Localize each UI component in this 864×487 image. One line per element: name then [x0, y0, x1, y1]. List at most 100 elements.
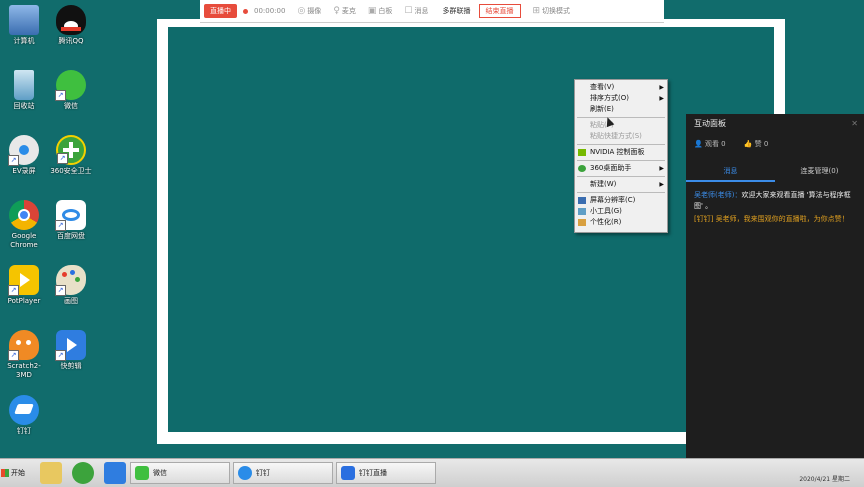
- desktop-icon-computer[interactable]: 计算机: [0, 5, 48, 46]
- desktop-icon-360-security[interactable]: ↗ 360安全卫士: [47, 135, 95, 176]
- desktop[interactable]: 计算机 腾讯QQ 回收站 ↗ 微信 ↗ EV录屏 ↗ 360安全卫士 Googl…: [0, 0, 864, 472]
- desktop-icon-label: 钉钉: [17, 427, 31, 435]
- camera-button[interactable]: ◎ 摄像: [297, 6, 321, 16]
- panel-tabs: 消息 连麦管理(0): [686, 160, 864, 182]
- menu-item-refresh[interactable]: 刷新(E): [575, 104, 667, 115]
- menu-item-label: 查看(V): [590, 83, 615, 91]
- shortcut-arrow-icon: ↗: [55, 220, 66, 231]
- shortcut-arrow-icon: ↗: [55, 90, 66, 101]
- whiteboard-label: 白板: [378, 7, 393, 15]
- recycle-bin-icon: [14, 70, 34, 100]
- desktop-icon-scratch[interactable]: ↗ Scratch2-3MD: [0, 330, 48, 380]
- kuaijianji-icon[interactable]: [104, 462, 126, 484]
- desktop-icon-qq[interactable]: 腾讯QQ: [47, 5, 95, 46]
- menu-separator: [577, 144, 665, 145]
- potplayer-icon: ↗: [8, 265, 39, 296]
- menu-item-paste: 粘贴(P): [575, 120, 667, 131]
- message-label: 消息: [414, 7, 429, 15]
- dingtalk-live-icon: [341, 466, 355, 480]
- dingtalk-icon: [9, 395, 39, 425]
- 360-security-icon[interactable]: [72, 462, 94, 484]
- live-timer: 00:00:00: [254, 7, 286, 15]
- message-text: [钉钉] 吴老师，我来围观你的直播啦，为你点赞！: [694, 215, 849, 223]
- menu-item-label: NVIDIA 控制面板: [590, 148, 645, 156]
- list-item: 吴老师(老师)：欢迎大家来观看直播 '算法与程序框图' 。: [694, 190, 856, 212]
- menu-item-personalize[interactable]: 个性化(R): [575, 217, 667, 228]
- menu-item-label: 小工具(G): [590, 207, 622, 215]
- likes-label: 赞 0: [754, 140, 769, 148]
- taskbar-button-dingtalk-live[interactable]: 钉钉直播: [336, 462, 436, 484]
- kuaijianji-icon: ↗: [55, 330, 86, 361]
- system-tray: 2020/4/21 星期二: [704, 459, 864, 487]
- whiteboard-canvas[interactable]: [168, 27, 774, 432]
- menu-item-360-desktop[interactable]: 360桌面助手 ▶: [575, 163, 667, 174]
- menu-item-nvidia[interactable]: NVIDIA 控制面板: [575, 147, 667, 158]
- submenu-arrow-icon: ▶: [659, 84, 664, 91]
- desktop-icon-potplayer[interactable]: ↗ PotPlayer: [0, 265, 48, 306]
- likes-count: 👍 赞 0: [744, 139, 769, 149]
- submenu-arrow-icon: ▶: [659, 181, 664, 188]
- menu-item-screen-resolution[interactable]: 屏幕分辨率(C): [575, 195, 667, 206]
- whiteboard-icon: ▣: [367, 6, 377, 16]
- desktop-icon-label: PotPlayer: [7, 297, 41, 305]
- desktop-icon-chrome[interactable]: Google Chrome: [0, 200, 48, 250]
- menu-item-gadgets[interactable]: 小工具(G): [575, 206, 667, 217]
- switch-mode-button[interactable]: ⊞ 切换模式: [533, 6, 571, 16]
- taskbar-button-dingtalk[interactable]: 钉钉: [233, 462, 333, 484]
- close-icon[interactable]: ✕: [851, 114, 858, 134]
- desktop-icon-baidu-netdisk[interactable]: ↗ 百度网盘: [47, 200, 95, 241]
- microphone-label: 麦克: [341, 7, 356, 15]
- dingtalk-icon: [238, 466, 252, 480]
- gadget-icon: [578, 208, 586, 215]
- desktop-icon-label: Google Chrome: [10, 232, 38, 249]
- panel-stats: 👤 观看 0 👍 赞 0: [686, 134, 864, 154]
- multi-live-button[interactable]: 多群联播: [443, 6, 471, 16]
- desktop-icon-ev-recorder[interactable]: ↗ EV录屏: [0, 135, 48, 176]
- desktop-icon-dingtalk[interactable]: 钉钉: [0, 395, 48, 436]
- microphone-button[interactable]: ♀ 麦克: [333, 6, 356, 16]
- desktop-icon-wechat[interactable]: ↗ 微信: [47, 70, 95, 111]
- tab-mic-management[interactable]: 连麦管理(0): [775, 160, 864, 182]
- desktop-icon-label: 快剪辑: [60, 362, 82, 370]
- whiteboard-button[interactable]: ▣ 白板: [368, 6, 393, 16]
- menu-item-view[interactable]: 查看(V) ▶: [575, 82, 667, 93]
- shortcut-arrow-icon: ↗: [8, 155, 19, 166]
- panel-title-bar: 互动面板 ✕: [686, 114, 864, 134]
- desktop-icon-paint[interactable]: ↗ 画图: [47, 265, 95, 306]
- camera-label: 摄像: [307, 7, 322, 15]
- desktop-icon-label: 微信: [64, 102, 78, 110]
- thumbs-up-icon: 👍: [743, 140, 753, 148]
- end-live-button[interactable]: 结束直播: [478, 4, 521, 18]
- message-button[interactable]: ☐ 消息: [404, 6, 428, 16]
- desktop-icon-label: 百度网盘: [57, 232, 85, 240]
- message-icon: ☐: [404, 6, 413, 16]
- menu-separator: [577, 176, 665, 177]
- grid-icon: ⊞: [532, 6, 541, 16]
- windows-logo-icon: [1, 469, 9, 477]
- qq-penguin-icon: [56, 5, 86, 35]
- baidu-netdisk-icon: ↗: [55, 200, 86, 231]
- folder-icon[interactable]: [40, 462, 62, 484]
- interaction-panel: 互动面板 ✕ 👤 观看 0 👍 赞 0 消息 连麦管理(0) 吴老师(老师)：欢…: [686, 114, 864, 472]
- menu-item-new[interactable]: 新建(W) ▶: [575, 179, 667, 190]
- desktop-icon-kuaijianji[interactable]: ↗ 快剪辑: [47, 330, 95, 371]
- desktop-icon-recycle-bin[interactable]: 回收站: [0, 70, 48, 111]
- menu-item-label: 个性化(R): [590, 218, 622, 226]
- 360-security-icon: ↗: [56, 135, 86, 165]
- tab-messages[interactable]: 消息: [686, 160, 775, 182]
- desktop-icon-label: 计算机: [13, 37, 35, 45]
- viewer-icon: 👤: [694, 140, 703, 148]
- start-button[interactable]: 开始: [1, 462, 31, 484]
- desktop-icon-label: 腾讯QQ: [58, 37, 84, 45]
- shortcut-arrow-icon: ↗: [8, 350, 19, 361]
- menu-item-label: 新建(W): [590, 180, 617, 188]
- menu-item-label: 排序方式(O): [590, 94, 629, 102]
- wechat-icon: [135, 466, 149, 480]
- display-icon: [578, 197, 586, 204]
- taskbar-button-wechat[interactable]: 微信: [130, 462, 230, 484]
- clock[interactable]: 2020/4/21 星期二: [799, 474, 850, 483]
- desktop-icon-label: EV录屏: [12, 167, 36, 175]
- menu-item-paste-shortcut: 粘贴快捷方式(S): [575, 131, 667, 142]
- menu-item-label: 屏幕分辨率(C): [590, 196, 636, 204]
- menu-item-sort[interactable]: 排序方式(O) ▶: [575, 93, 667, 104]
